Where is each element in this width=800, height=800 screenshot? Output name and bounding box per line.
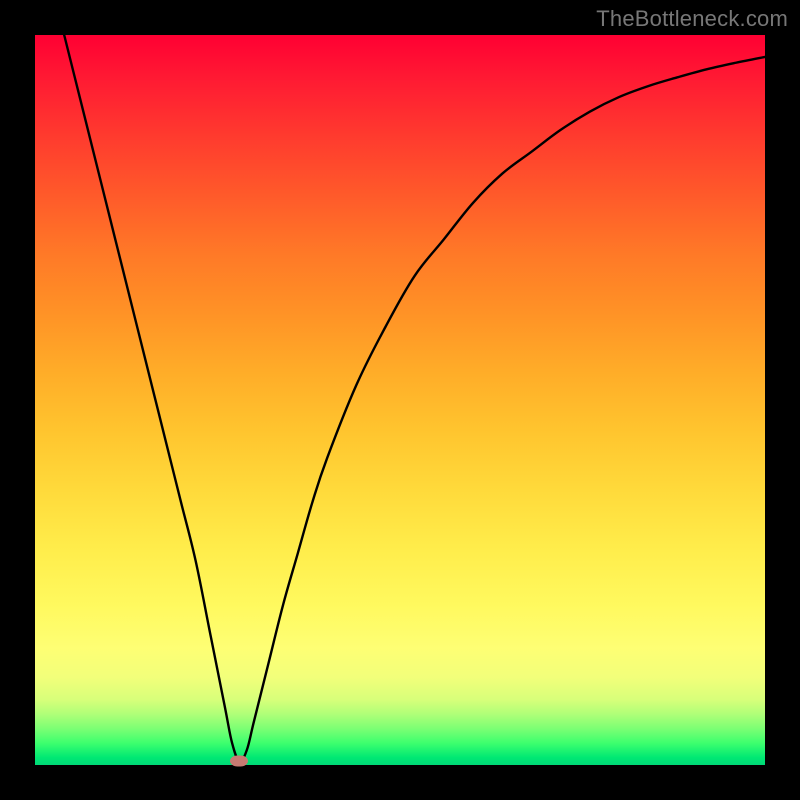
- plot-area: [35, 35, 765, 765]
- bottleneck-curve: [35, 35, 765, 765]
- chart-frame: TheBottleneck.com: [0, 0, 800, 800]
- minimum-point-marker: [230, 756, 248, 767]
- watermark-text: TheBottleneck.com: [596, 6, 788, 32]
